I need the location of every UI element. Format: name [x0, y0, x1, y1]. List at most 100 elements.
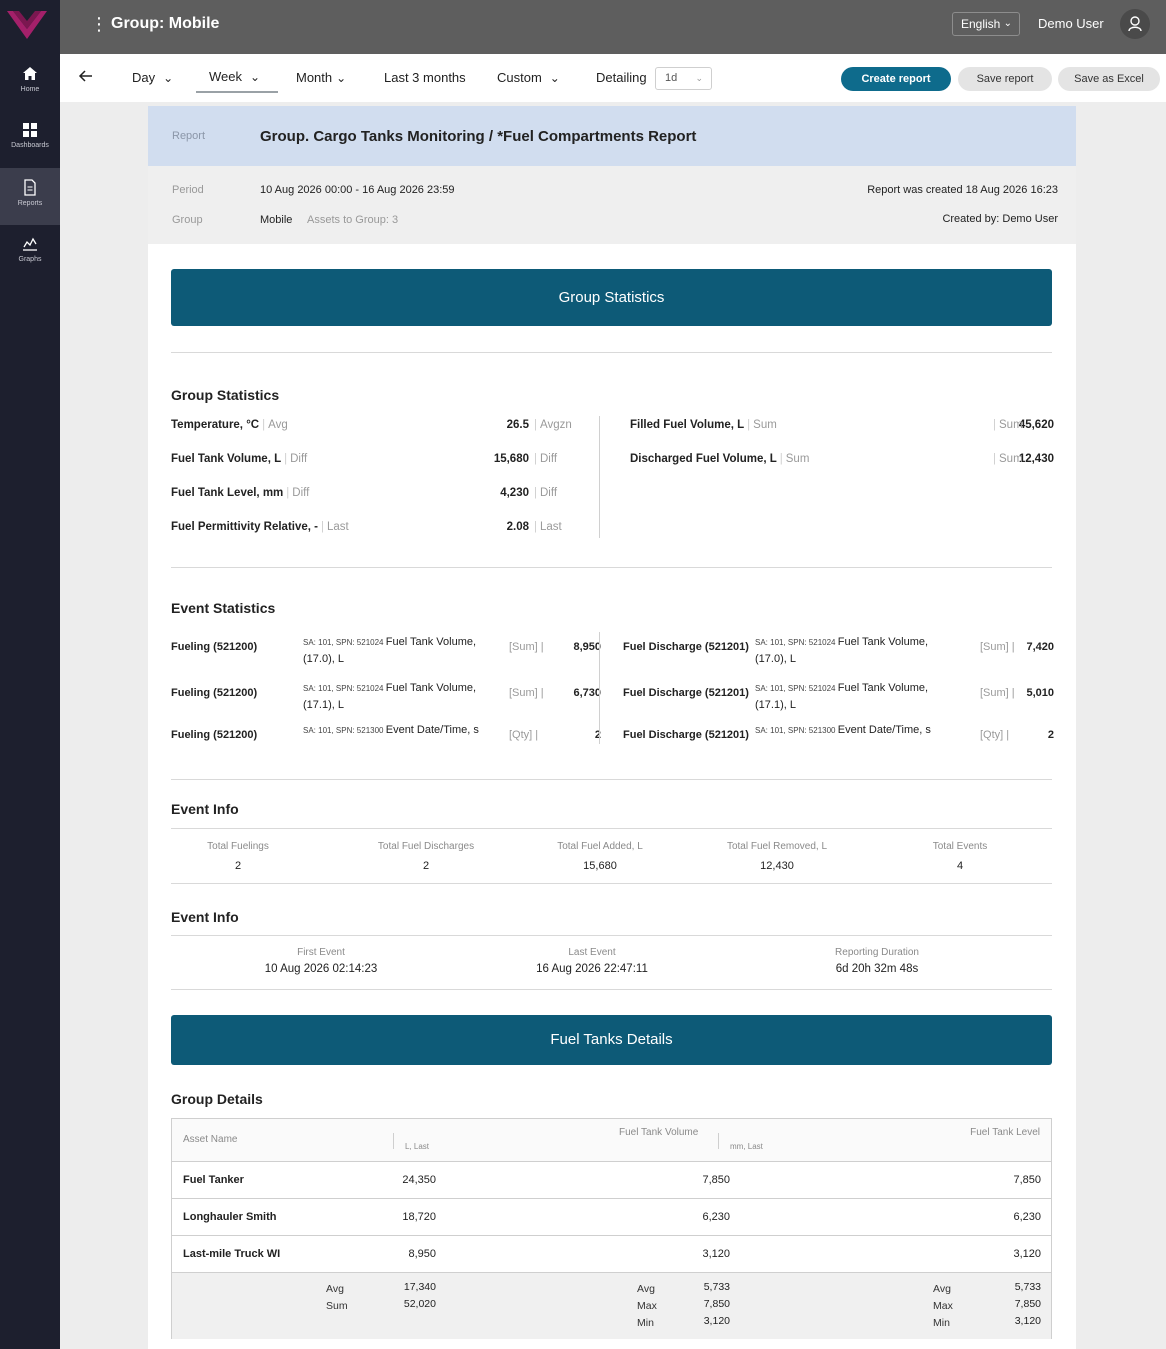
report-header: Report Group. Cargo Tanks Monitoring / *…: [148, 106, 1076, 166]
period-week-label: Week: [209, 69, 242, 84]
period-custom[interactable]: Custom ⌄: [497, 70, 560, 85]
footer-agg-label: Avg: [933, 1283, 951, 1295]
stat-aggregation: Diff: [292, 487, 310, 499]
footer-agg-value: 52,020: [403, 1298, 436, 1310]
stat-value-aggregation: | Sum: [990, 453, 1023, 465]
event-value: 8,950: [573, 641, 601, 653]
language-select[interactable]: English ⌄: [952, 12, 1020, 36]
event-aggregation: [Sum] |: [980, 687, 1015, 699]
group-details-table: Asset Name L, Last Fuel Tank Volume mm, …: [171, 1118, 1052, 1339]
stat-value-agg-text: Avgzn: [540, 419, 572, 431]
event-signal: SA: 101, SPN: 521024 Fuel Tank Volume, (…: [755, 634, 955, 667]
user-icon: [1128, 16, 1142, 32]
signal-source: SA: 101, SPN: 521024: [755, 638, 838, 647]
back-arrow-icon[interactable]: [78, 68, 94, 84]
stat-value-agg-text: Sum: [999, 453, 1023, 465]
header-separator: [393, 1133, 394, 1149]
separator: |: [534, 521, 537, 533]
kpi-label: First Event: [297, 947, 345, 958]
group-value: Mobile: [260, 214, 293, 226]
footer-agg-value: 7,850: [703, 1298, 730, 1310]
stat-name: Fuel Tank Level, mm | Diff: [171, 487, 309, 499]
stat-value-aggregation: | Diff: [531, 487, 557, 499]
table-row: Fuel Tanker 24,350 7,850 7,850: [172, 1162, 1051, 1199]
event-signal: SA: 101, SPN: 521024 Fuel Tank Volume, (…: [303, 634, 503, 667]
graphs-icon: [23, 237, 37, 251]
event-row: Fuel Discharge (521201) SA: 101, SPN: 521…: [623, 634, 1054, 668]
detailing-select[interactable]: 1d ⌄: [655, 67, 712, 90]
separator: |: [993, 453, 996, 465]
event-row: Fuel Discharge (521201) SA: 101, SPN: 521…: [623, 680, 1054, 714]
column-divider: [599, 632, 600, 744]
cell-level: 3,120: [1013, 1248, 1041, 1260]
event-row: Fueling (521200) SA: 101, SPN: 521024 Fue…: [171, 680, 601, 714]
reports-icon: [24, 179, 36, 196]
sidebar-item-dashboards[interactable]: Dashboards: [0, 114, 60, 170]
kpi-value: 2: [422, 860, 430, 872]
footer-agg-label: Avg: [637, 1283, 655, 1295]
header-asset-name[interactable]: Asset Name: [183, 1134, 237, 1145]
event-name: Fueling (521200): [171, 687, 258, 699]
save-report-button[interactable]: Save report: [958, 67, 1052, 91]
event-name: Fueling (521200): [171, 729, 258, 741]
kpi-label: Total Events: [932, 841, 988, 852]
period-label: Period: [172, 184, 204, 196]
event-aggregation: [Sum] |: [509, 641, 544, 653]
sidebar-item-graphs[interactable]: Graphs: [0, 228, 60, 284]
separator: |: [534, 453, 537, 465]
report-title: Group. Cargo Tanks Monitoring / *Fuel Co…: [260, 128, 697, 145]
event-info-title: Event Info: [171, 909, 239, 925]
separator: |: [779, 453, 783, 465]
separator: |: [534, 419, 537, 431]
period-month[interactable]: Month ⌄: [296, 70, 346, 85]
divider: [171, 352, 1052, 353]
stat-name-text: Filled Fuel Volume, L: [630, 419, 745, 431]
period-day[interactable]: Day ⌄: [132, 70, 173, 85]
stat-row: Fuel Tank Level, mm | Diff 4,230 | Diff: [171, 487, 591, 503]
period-custom-label: Custom: [497, 70, 542, 85]
kpi-item: First Event 10 Aug 2026 02:14:23: [221, 947, 421, 975]
footer-agg-value: 5,733: [703, 1281, 730, 1293]
sidebar-item-label: Graphs: [18, 256, 42, 263]
create-report-button[interactable]: Create report: [841, 67, 951, 91]
stat-name-text: Fuel Tank Volume, L: [171, 453, 282, 465]
user-name[interactable]: Demo User: [1038, 16, 1104, 31]
footer-agg-label: Max: [933, 1300, 953, 1312]
kpi-value: 16 Aug 2026 22:47:11: [536, 963, 648, 975]
kpi-value: 4: [956, 860, 964, 872]
brand-logo[interactable]: [7, 9, 47, 41]
stat-name-text: Fuel Permittivity Relative, -: [171, 521, 318, 533]
asset-name: Longhauler Smith: [183, 1211, 277, 1223]
footer-agg-value: 17,340: [403, 1281, 436, 1293]
save-excel-button[interactable]: Save as Excel: [1058, 67, 1160, 91]
event-info-title: Event Info: [171, 801, 239, 817]
event-row: Fueling (521200) SA: 101, SPN: 521300 Eve…: [171, 722, 601, 756]
signal-name: Event Date/Time, s: [385, 724, 479, 736]
signal-source: SA: 101, SPN: 521024: [303, 638, 386, 647]
chevron-down-icon: ⌄: [695, 73, 703, 83]
stat-value-agg-text: Sum: [999, 419, 1023, 431]
report-label: Report: [172, 130, 206, 142]
event-name: Fuel Discharge (521201): [623, 687, 749, 699]
sidebar-item-reports[interactable]: Reports: [0, 168, 60, 225]
kpi-label: Total Fuel Added, L: [557, 841, 643, 852]
stat-value-aggregation: | Last: [531, 521, 562, 533]
avatar[interactable]: [1120, 9, 1150, 39]
header-fuel-tank-level[interactable]: Fuel Tank Level: [970, 1127, 1040, 1138]
footer-agg-label: Min: [933, 1317, 950, 1329]
separator: |: [284, 453, 288, 465]
home-icon: [23, 67, 37, 80]
header-fuel-tank-volume[interactable]: Fuel Tank Volume: [619, 1127, 698, 1138]
period-week[interactable]: Week ⌄: [209, 69, 260, 84]
footer-agg-label: Max: [637, 1300, 657, 1312]
event-signal: SA: 101, SPN: 521024 Fuel Tank Volume, (…: [755, 680, 955, 713]
stat-aggregation: Sum: [785, 453, 810, 465]
more-menu-icon[interactable]: ⋮: [90, 15, 108, 35]
kpi-label: Last Event: [568, 947, 616, 958]
footer-agg-value: 3,120: [1014, 1315, 1041, 1327]
group-statistics-title: Group Statistics: [171, 387, 280, 403]
period-last-3-months[interactable]: Last 3 months: [384, 70, 466, 85]
chevron-down-icon: ⌄: [336, 71, 347, 85]
sidebar-item-home[interactable]: Home: [0, 58, 60, 114]
stat-name-text: Temperature, °C: [171, 419, 260, 431]
